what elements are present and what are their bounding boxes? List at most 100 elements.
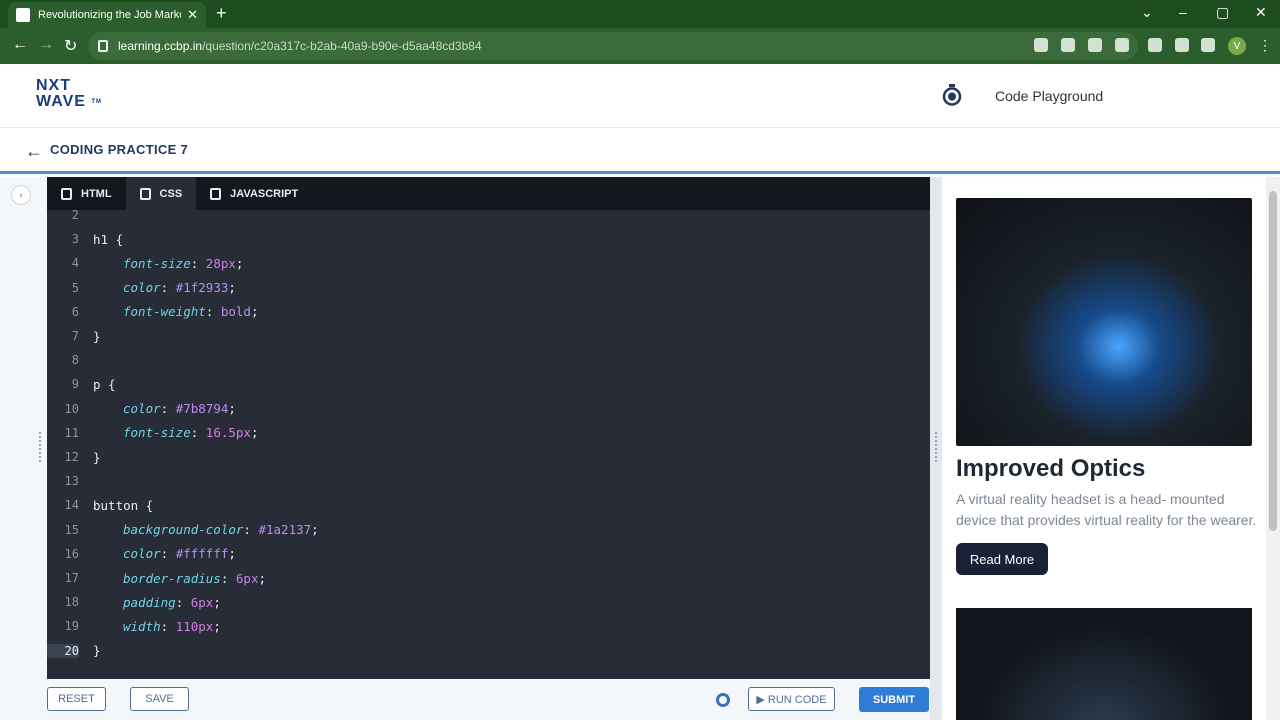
react-extension-icon[interactable] — [1148, 38, 1162, 52]
divider-grip-icon[interactable] — [935, 432, 937, 462]
line-content: font-weight: bold; — [123, 304, 259, 320]
line-number: 20 — [47, 643, 79, 658]
line-number: 3 — [71, 232, 79, 247]
line-content: } — [93, 449, 101, 465]
practice-subheader: ← CODING PRACTICE 7 — [0, 128, 1280, 174]
preview-heading: Improved Optics — [956, 455, 1146, 482]
settings-gear-icon[interactable] — [716, 693, 730, 707]
address-bar-row: ← → ↻ learning.ccbp.in /question/c20a317… — [0, 28, 1280, 64]
workspace: › HTML CSS JAVASCRIPT 2 3 h1 { 4 font-size: … — [0, 177, 1280, 720]
code-editor[interactable]: HTML CSS JAVASCRIPT 2 3 h1 { 4 font-size: 28… — [47, 177, 930, 679]
site-favicon-icon — [16, 8, 30, 22]
scrollbar-thumb[interactable] — [1269, 191, 1277, 531]
line-number: 15 — [64, 522, 79, 537]
line-number: 9 — [71, 377, 79, 392]
read-more-button[interactable]: Read More — [956, 543, 1048, 575]
line-number: 13 — [64, 474, 79, 489]
code-line[interactable]: 20} — [47, 639, 930, 663]
tab-css-label: CSS — [159, 187, 183, 200]
reset-button[interactable]: RESET — [47, 687, 106, 711]
tab-search-chevron-icon[interactable]: ⌄ — [1141, 4, 1153, 21]
line-content: padding: 6px; — [123, 594, 221, 610]
editor-actions: RESET SAVE ▶ RUN CODE SUBMIT — [0, 679, 930, 720]
line-content: color: #1f2933; — [123, 280, 236, 296]
submit-button[interactable]: SUBMIT — [859, 687, 929, 712]
code-line[interactable]: 6 font-weight: bold; — [47, 300, 930, 324]
browser-menu-icon[interactable]: ⋮ — [1258, 37, 1272, 54]
line-content: } — [93, 643, 101, 659]
line-content: color: #7b8794; — [123, 401, 236, 417]
code-line[interactable]: 14 button { — [47, 493, 930, 517]
code-line[interactable]: 9 p { — [47, 372, 930, 396]
line-number: 8 — [71, 353, 79, 368]
run-code-button[interactable]: ▶ RUN CODE — [748, 687, 835, 711]
stopwatch-icon[interactable] — [942, 84, 962, 106]
line-content: h1 { — [93, 231, 124, 247]
page-title: CODING PRACTICE 7 — [50, 142, 189, 157]
back-icon[interactable]: ← — [25, 141, 43, 162]
tab-close-icon[interactable]: ✕ — [187, 7, 198, 23]
line-content: button { — [93, 497, 154, 513]
line-number: 4 — [71, 256, 79, 271]
preview-scrollbar[interactable] — [1266, 177, 1280, 720]
line-number: 5 — [71, 280, 79, 295]
browser-tab-bar: Revolutionizing the Job Market | ✕ + ⌄ –… — [0, 0, 1280, 28]
maximize-icon[interactable]: ▢ — [1216, 4, 1229, 21]
vr-headset-image — [956, 198, 1252, 446]
code-line[interactable]: 3 h1 { — [47, 227, 930, 251]
line-content: font-size: 28px; — [123, 255, 244, 271]
minimize-icon[interactable]: – — [1179, 4, 1187, 20]
tab-javascript-label: JAVASCRIPT — [230, 187, 299, 200]
lock-icon — [98, 40, 108, 52]
line-number: 11 — [64, 425, 79, 440]
save-button[interactable]: SAVE — [130, 687, 189, 711]
code-line[interactable]: 13 — [47, 469, 930, 493]
bookmark-star-icon[interactable] — [1115, 38, 1129, 52]
code-line[interactable]: 7} — [47, 324, 930, 348]
code-line[interactable]: 2 — [47, 203, 930, 227]
window-close-icon[interactable]: ✕ — [1255, 4, 1267, 21]
extensions-puzzle-icon[interactable] — [1175, 38, 1189, 52]
eye-off-icon[interactable] — [1061, 38, 1075, 52]
share-icon[interactable] — [1088, 38, 1102, 52]
url-host: learning.ccbp.in — [118, 39, 203, 53]
tab-html-label: HTML — [81, 187, 112, 200]
line-number: 17 — [64, 571, 79, 585]
code-line[interactable]: 11 font-size: 16.5px; — [47, 421, 930, 445]
install-app-icon[interactable] — [1034, 38, 1048, 52]
code-line[interactable]: 4 font-size: 28px; — [47, 251, 930, 275]
html5-icon — [61, 187, 72, 200]
code-line[interactable]: 12} — [47, 445, 930, 469]
line-number: 10 — [64, 401, 79, 416]
code-line[interactable]: 18 padding: 6px; — [47, 590, 930, 614]
code-playground-link[interactable]: Code Playground — [995, 88, 1103, 104]
line-number: 2 — [71, 208, 79, 222]
app-header: NXT WAVE TM Code Playground — [0, 64, 1280, 128]
code-line[interactable]: 15 background-color: #1a2137; — [47, 518, 930, 542]
code-line[interactable]: 16 color: #ffffff; — [47, 542, 930, 566]
line-content: } — [93, 328, 101, 344]
line-number: 19 — [64, 619, 79, 634]
code-line[interactable]: 17 border-radius: 6px; — [47, 566, 930, 590]
expand-chevron-icon[interactable]: › — [11, 185, 31, 205]
code-line[interactable]: 5 color: #1f2933; — [47, 276, 930, 300]
new-tab-button[interactable]: + — [216, 3, 227, 24]
profile-avatar[interactable]: V — [1228, 37, 1246, 55]
reload-icon[interactable]: ↻ — [64, 36, 77, 56]
line-number: 7 — [71, 329, 79, 343]
forward-arrow-icon[interactable]: → — [38, 36, 54, 54]
css3-icon — [139, 187, 151, 200]
nxtwave-logo[interactable]: NXT WAVE TM — [36, 78, 102, 110]
line-number: 16 — [64, 546, 79, 561]
code-line[interactable]: 19 width: 110px; — [47, 614, 930, 638]
browser-tab[interactable]: Revolutionizing the Job Market | ✕ — [8, 2, 206, 28]
sidebar-icon[interactable] — [1201, 38, 1215, 52]
logo-line-1: NXT — [36, 77, 71, 94]
left-resize-handle[interactable] — [39, 432, 41, 462]
line-content: background-color: #1a2137; — [123, 522, 319, 538]
code-line[interactable]: 10 color: #7b8794; — [47, 397, 930, 421]
logo-line-2: WAVE — [36, 93, 86, 110]
code-line[interactable]: 8 — [47, 348, 930, 372]
back-arrow-icon[interactable]: ← — [12, 36, 28, 54]
url-field[interactable]: learning.ccbp.in /question/c20a317c-b2ab… — [88, 32, 1138, 60]
